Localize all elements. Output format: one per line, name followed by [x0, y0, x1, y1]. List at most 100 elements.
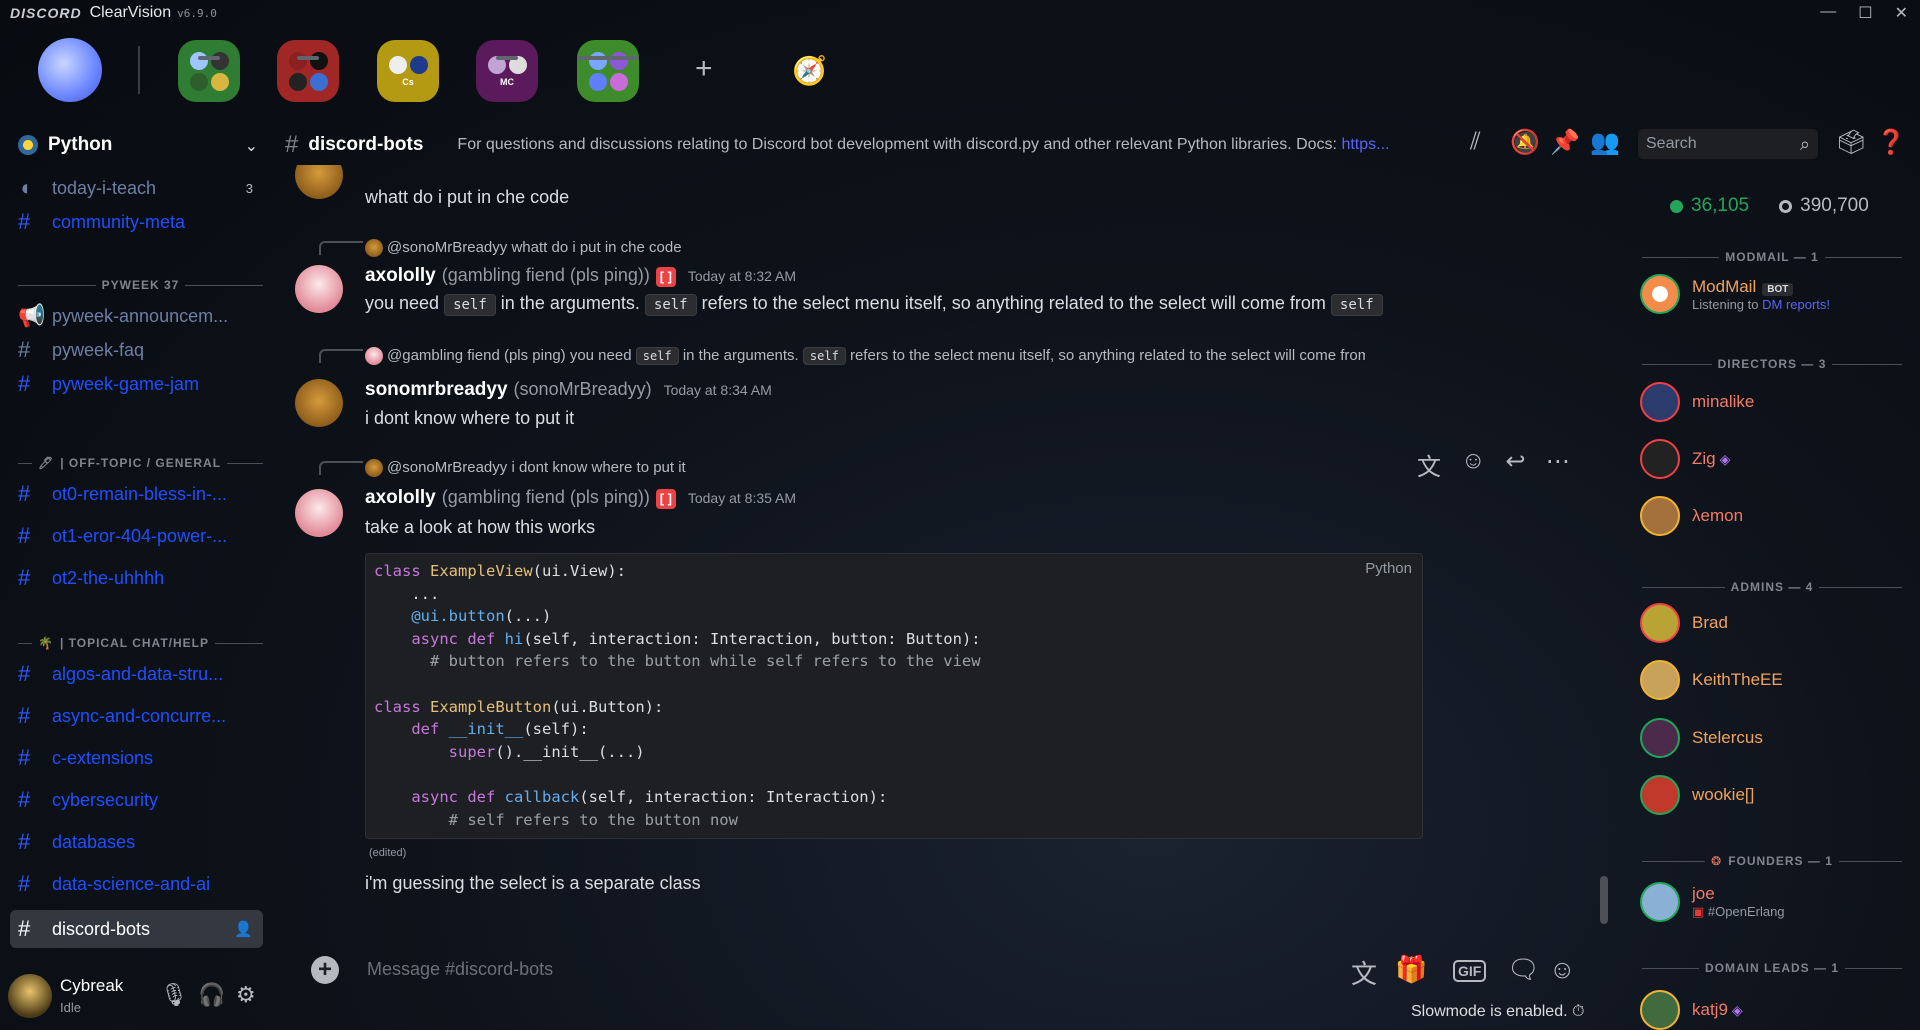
user-avatar[interactable] [8, 974, 52, 1018]
member-joe[interactable]: joe ▣ #OpenErlang [1640, 880, 1910, 924]
upload-plus-icon[interactable]: + [311, 956, 339, 984]
user-status: Idle [60, 1000, 81, 1015]
author-nick: (gambling fiend (pls ping)) [441, 265, 650, 285]
headphones-icon[interactable]: 🎧 [198, 982, 225, 1008]
server-icon-5[interactable] [577, 40, 639, 102]
member-brad[interactable]: Brad [1640, 601, 1910, 645]
server-indicator [198, 56, 220, 60]
member-keiththeee[interactable]: KeithTheEE [1640, 658, 1910, 702]
notification-bell-muted-icon[interactable]: 🔕 [1510, 128, 1540, 157]
add-server-icon[interactable]: + [695, 52, 713, 86]
code-block: Python class ExampleView(ui.View): ... @u… [365, 553, 1423, 839]
maximize-button[interactable]: ☐ [1858, 3, 1872, 23]
channel-databases[interactable]: # databases [18, 826, 263, 858]
reply-icon[interactable]: ↩ [1506, 447, 1526, 482]
reply-preview[interactable]: @sonoMrBreadyy i dont know where to put … [365, 459, 686, 478]
help-icon[interactable]: ❓ [1876, 128, 1906, 157]
member-modmail[interactable]: ModMail BOT Listening to DM reports! [1640, 272, 1910, 316]
chevron-down-icon[interactable]: ⌄ [245, 136, 258, 156]
minimize-button[interactable]: — [1820, 3, 1836, 23]
channel-algos[interactable]: # algos-and-data-stru... [18, 658, 263, 690]
edited-label: (edited) [369, 847, 407, 859]
category-pyweek[interactable]: PYWEEK 37 [18, 278, 264, 292]
topic-link[interactable]: https... [1341, 136, 1389, 153]
channel-sidebar: Python ⌄ ◖ today-i-teach 3 # community-m… [0, 128, 270, 948]
channel-community-meta[interactable]: # community-meta [18, 206, 263, 238]
search-box[interactable]: Search ⌕ [1638, 129, 1818, 159]
avatar [1640, 439, 1680, 479]
member-zig[interactable]: Zig ◈ [1640, 437, 1910, 481]
search-icon: ⌕ [1799, 133, 1810, 154]
member-list-icon[interactable]: 👥 [1590, 128, 1620, 157]
channel-today-i-teach[interactable]: ◖ today-i-teach 3 [18, 172, 263, 204]
channel-async[interactable]: # async-and-concurre... [18, 700, 263, 732]
gif-icon[interactable]: GIF [1453, 960, 1487, 982]
channel-topic[interactable]: For questions and discussions relating t… [457, 136, 1442, 154]
avatar [1640, 775, 1680, 815]
add-member-icon[interactable]: 👤 [234, 920, 253, 938]
channel-pyweek-game-jam[interactable]: # pyweek-game-jam [18, 368, 263, 400]
server-icon-3[interactable]: Cs [377, 40, 439, 102]
channel-data-science[interactable]: # data-science-and-ai [18, 868, 263, 900]
category-off-topic[interactable]: 🖊 | OFF-TOPIC / GENERAL [18, 456, 263, 470]
microphone-icon[interactable]: 🎙 [160, 982, 188, 1008]
member-katj9[interactable]: katj9 ◈ [1640, 988, 1910, 1030]
channel-ot1[interactable]: # ot1-eror-404-power-... [18, 520, 263, 552]
avatar[interactable] [295, 379, 343, 427]
channel-ot2[interactable]: # ot2-the-uhhhh [18, 562, 263, 594]
server-icon-1[interactable] [178, 40, 240, 102]
pin-icon[interactable]: 📌 [1550, 128, 1580, 157]
hash-icon: # [285, 131, 299, 158]
erlang-flag-icon: ▣ [1692, 904, 1705, 919]
message-text: whatt do i put in che code [365, 187, 570, 207]
add-reaction-icon[interactable]: ☺ [1461, 447, 1486, 482]
reply-preview[interactable]: @sonoMrBreadyy whatt do i put in che cod… [365, 239, 682, 258]
scrollbar-thumb[interactable] [1600, 876, 1608, 924]
member-minalike[interactable]: minalike [1640, 380, 1910, 424]
close-button[interactable]: ✕ [1895, 3, 1908, 23]
member-lemon[interactable]: λemon [1640, 494, 1910, 538]
avatar[interactable] [295, 265, 343, 313]
reply-spine [319, 241, 363, 255]
inbox-icon[interactable]: 🗳 [1836, 128, 1866, 157]
member-category-directors: DIRECTORS — 3 [1642, 357, 1903, 371]
threads-icon[interactable]: ⫽ [1470, 128, 1481, 156]
author-name[interactable]: axololly [365, 487, 436, 509]
channel-discord-bots[interactable]: # discord-bots 👤 [10, 910, 263, 948]
reply-preview[interactable]: @gambling fiend (pls ping) you need self… [365, 347, 1365, 366]
server-icon-4[interactable]: MC [476, 40, 538, 102]
server-icon-2[interactable] [277, 40, 339, 102]
direct-messages-button[interactable] [38, 38, 102, 102]
inline-code: self [1330, 294, 1383, 316]
author-name[interactable]: sonomrbreadyy [365, 379, 508, 401]
member-wookie[interactable]: wookie[] [1640, 773, 1910, 817]
settings-gear-icon[interactable]: ⚙ [236, 982, 256, 1008]
founders-icon: ❂ [1711, 854, 1723, 868]
avatar [1640, 660, 1680, 700]
emoji-icon[interactable]: ☺ [1549, 954, 1576, 985]
member-category-modmail: MODMAIL — 1 [1642, 250, 1903, 264]
user-name[interactable]: Cybreak [60, 976, 123, 996]
code-language-label: Python [1365, 560, 1412, 577]
author-name[interactable]: axololly [365, 265, 436, 287]
more-options-icon[interactable]: ⋯ [1546, 447, 1570, 482]
message-input[interactable]: Message #discord-bots [367, 959, 553, 980]
category-topical[interactable]: 🌴 | TOPICAL CHAT/HELP [18, 636, 263, 650]
guild-header[interactable]: Python ⌄ [18, 134, 258, 156]
channel-ot0[interactable]: # ot0-remain-bless-in-... [18, 478, 263, 510]
reply-avatar [365, 347, 383, 366]
channel-pyweek-faq[interactable]: # pyweek-faq [18, 334, 263, 366]
member-stelercus[interactable]: Stelercus [1640, 716, 1910, 760]
server-indicator [577, 56, 639, 60]
channel-pyweek-announcements[interactable]: 📢 pyweek-announcem... [18, 300, 263, 332]
translate-icon[interactable]: 文 [1351, 954, 1377, 991]
channel-c-extensions[interactable]: # c-extensions [18, 742, 263, 774]
sticker-icon[interactable]: 🗨 [1507, 954, 1540, 985]
channel-cybersecurity[interactable]: # cybersecurity [18, 784, 263, 816]
gift-icon[interactable]: 🎁 [1395, 954, 1427, 985]
translate-icon[interactable]: 文 [1417, 447, 1441, 482]
avatar[interactable] [295, 165, 343, 199]
avatar[interactable] [295, 489, 343, 537]
role-tag: [ ] [655, 489, 676, 509]
explore-compass-icon[interactable]: 🧭 [792, 54, 827, 87]
